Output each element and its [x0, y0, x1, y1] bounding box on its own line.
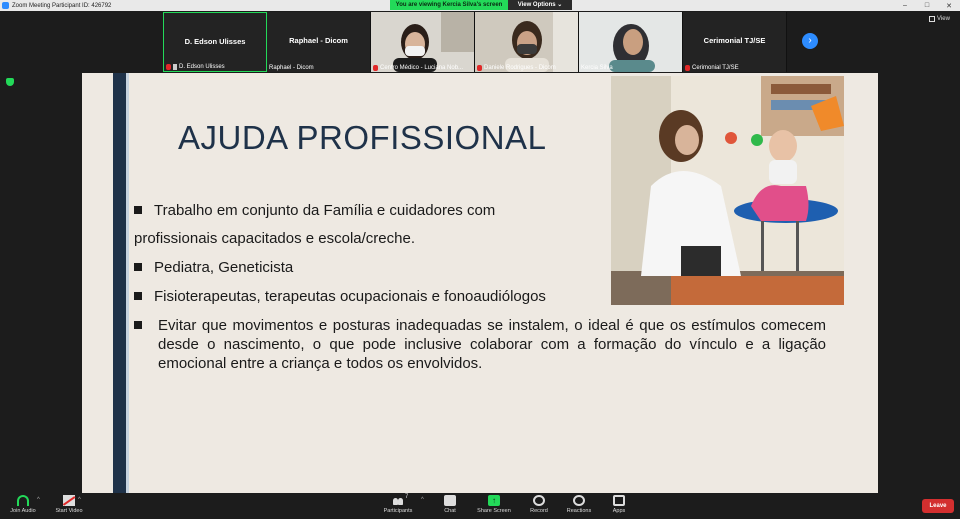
bullet-square [134, 263, 142, 271]
participant-label: Centro Médico - Luciana Nob... [373, 65, 463, 71]
apps-icon [613, 495, 625, 506]
participant-label: Raphael - Dicom [269, 65, 314, 71]
zoom-window: Zoom Meeting Participant ID: 426792 – □ … [0, 0, 960, 519]
reactions-label: Reactions [566, 508, 592, 514]
slide-bullet-continuation: profissionais capacitados e escola/crech… [134, 229, 415, 248]
participant-video [371, 12, 474, 72]
slide-title: AJUDA PROFISSIONAL [178, 119, 547, 156]
participant-label: Kercia Silva [581, 65, 613, 71]
share-screen-label: Share Screen [477, 508, 511, 514]
slide-accent-stripe [126, 73, 129, 493]
mic-off-icon [166, 64, 171, 70]
participant-name: D. Edson Ulisses [184, 37, 246, 46]
slide-bullet-text: Evitar que movimentos e posturas inadequ… [158, 317, 826, 372]
participant-label: Daniele Rodrigues - Dicom [477, 65, 556, 71]
participant-tile[interactable]: Daniele Rodrigues - Dicom [475, 12, 579, 72]
slide-bullet-text: Trabalho em conjunto da Família e cuidad… [154, 202, 496, 219]
record-button[interactable]: Record [526, 495, 552, 514]
mic-off-icon [373, 65, 378, 71]
participant-strip: D. Edson Ulisses D. Edson Ulisses Raphae… [163, 12, 787, 72]
shield-icon[interactable] [6, 78, 14, 86]
participants-label: Participants [383, 508, 413, 514]
mic-off-icon [685, 65, 690, 71]
participants-button[interactable]: Participants [378, 495, 418, 514]
headphone-icon [17, 495, 29, 506]
apps-button[interactable]: Apps [608, 495, 630, 514]
bullet-square [134, 206, 142, 214]
view-options-button[interactable]: View Options ⌄ [508, 0, 572, 10]
viewing-screen-banner: You are viewing Kercia Silva's screen [390, 0, 508, 10]
next-participants-button[interactable]: › [802, 33, 818, 49]
participant-tile[interactable]: Cerimonial TJ/SE Cerimonial TJ/SE [683, 12, 787, 72]
chat-icon [444, 495, 456, 506]
apps-label: Apps [612, 508, 626, 514]
participant-tile[interactable]: Centro Médico - Luciana Nob... [371, 12, 475, 72]
video-options-chevron-icon[interactable]: ^ [78, 497, 81, 503]
participants-icon [392, 495, 404, 506]
record-label: Record [530, 508, 548, 514]
leave-button[interactable]: Leave [922, 499, 954, 513]
participant-label: Cerimonial TJ/SE [685, 65, 739, 71]
share-screen-button[interactable]: ↑ Share Screen [474, 495, 514, 514]
mic-off-icon [477, 65, 482, 71]
chevron-down-icon: ⌄ [557, 2, 563, 8]
grid-icon [929, 16, 935, 22]
chat-button[interactable]: Chat [438, 495, 462, 514]
shared-screen-slide: AJUDA PROFISSIONAL Trabalho em conjunto … [82, 73, 878, 493]
participant-label-text: Daniele Rodrigues - Dicom [484, 65, 556, 71]
participant-label: D. Edson Ulisses [166, 64, 225, 70]
bullet-square [134, 321, 142, 329]
slide-photo [611, 76, 844, 305]
participants-options-chevron-icon[interactable]: ^ [421, 497, 424, 503]
zoom-app-icon [2, 2, 9, 9]
slide-bullet-text: Pediatra, Geneticista [154, 259, 294, 276]
participant-name: Cerimonial TJ/SE [703, 36, 766, 45]
participant-label-text: D. Edson Ulisses [179, 64, 225, 70]
participant-label-text: Raphael - Dicom [269, 65, 314, 71]
participant-label-text: Cerimonial TJ/SE [692, 65, 739, 71]
maximize-icon[interactable]: □ [916, 2, 938, 9]
slide-bullet: Fisioterapeutas, terapeutas ocupacionais… [134, 287, 546, 306]
slide-bullet: Evitar que movimentos e posturas inadequ… [134, 316, 826, 373]
meeting-toolbar: Join Audio ^ Start Video ^ Participants … [0, 493, 960, 519]
participant-label-text: Centro Médico - Luciana Nob... [380, 65, 464, 71]
minimize-icon[interactable]: – [894, 2, 916, 9]
bullet-square [134, 292, 142, 300]
reactions-button[interactable]: Reactions [563, 495, 595, 514]
record-icon [533, 495, 545, 506]
slide-bullet-text: Fisioterapeutas, terapeutas ocupacionais… [154, 288, 546, 305]
audio-options-chevron-icon[interactable]: ^ [37, 497, 40, 503]
view-toggle-button[interactable]: View [929, 16, 950, 22]
close-icon[interactable]: ✕ [938, 2, 960, 10]
start-video-label: Start Video [55, 508, 83, 514]
participant-video [475, 12, 578, 72]
pin-icon [173, 64, 177, 70]
participant-tile[interactable]: Kercia Silva [579, 12, 683, 72]
participant-label-text: Kercia Silva [581, 65, 613, 71]
slide-bullet: Pediatra, Geneticista [134, 258, 293, 277]
participants-count: 7 [405, 494, 409, 500]
view-options-label: View Options [517, 2, 556, 8]
participant-tile[interactable]: Raphael - Dicom Raphael - Dicom [267, 12, 371, 72]
chat-label: Chat [444, 508, 456, 514]
reactions-icon [573, 495, 585, 506]
chevron-right-icon: › [808, 35, 812, 46]
participant-name: Raphael - Dicom [289, 36, 348, 45]
participant-tile[interactable]: D. Edson Ulisses D. Edson Ulisses [163, 12, 267, 72]
share-screen-icon: ↑ [488, 495, 500, 506]
join-audio-button[interactable]: Join Audio [6, 495, 40, 514]
video-off-icon [63, 495, 75, 506]
view-toggle-label: View [937, 16, 950, 22]
slide-bullet: Trabalho em conjunto da Família e cuidad… [134, 201, 495, 220]
participant-video [579, 12, 682, 72]
slide-accent-bar [113, 73, 126, 493]
slide-bullet-text: profissionais capacitados e escola/crech… [134, 230, 415, 247]
join-audio-label: Join Audio [10, 508, 36, 514]
